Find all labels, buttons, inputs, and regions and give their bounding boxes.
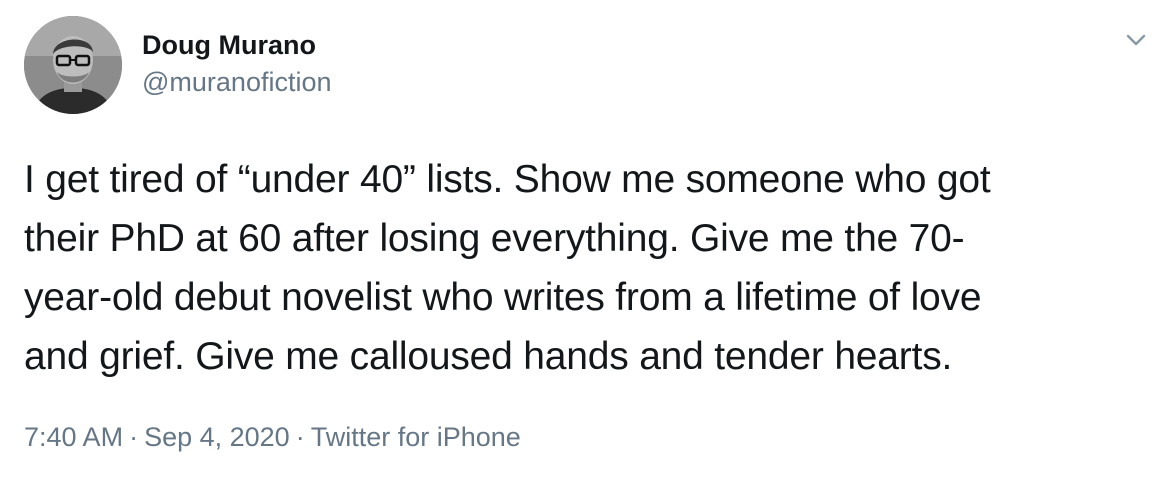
tweet-text-line: year-old debut novelist who writes from …	[24, 276, 982, 319]
tweet-text-line: and grief. Give me calloused hands and t…	[24, 335, 953, 378]
tweet-card: Doug Murano @muranofiction I get tired o…	[0, 0, 1175, 482]
person-portrait-icon	[24, 16, 122, 114]
meta-separator: ·	[129, 422, 139, 452]
tweet-source-link[interactable]: Twitter for iPhone	[311, 422, 521, 452]
tweet-menu-button[interactable]	[1120, 24, 1152, 56]
tweet-date-link[interactable]: Sep 4, 2020	[144, 422, 290, 452]
tweet-meta: 7:40 AM · Sep 4, 2020 · Twitter for iPhone	[24, 420, 521, 454]
author-handle[interactable]: @muranofiction	[142, 65, 332, 99]
tweet-text: I get tired of “under 40” lists. Show me…	[24, 150, 1154, 386]
tweet-text-line: I get tired of “under 40” lists. Show me…	[24, 158, 991, 201]
tweet-time-link[interactable]: 7:40 AM	[24, 422, 123, 452]
author-display-name[interactable]: Doug Murano	[142, 28, 316, 62]
tweet-text-line: their PhD at 60 after losing everything.…	[24, 217, 965, 260]
avatar[interactable]	[24, 16, 122, 114]
meta-separator: ·	[295, 422, 305, 452]
chevron-down-icon	[1126, 34, 1146, 46]
